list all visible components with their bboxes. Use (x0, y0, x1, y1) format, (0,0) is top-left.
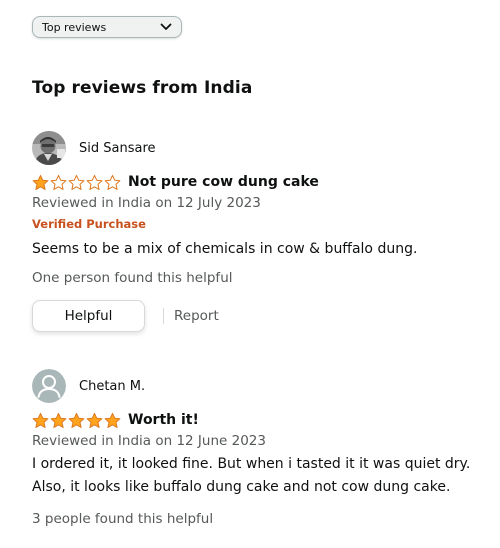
star-filled-icon (104, 412, 121, 428)
reviewer-name: Chetan M. (79, 378, 146, 394)
review-card: Sid Sansare Not pure cow dung cake Revie… (32, 131, 492, 332)
helpful-button[interactable]: Helpful (32, 300, 145, 332)
action-divider (163, 308, 164, 324)
default-user-icon (32, 369, 66, 403)
star-filled-icon (86, 412, 103, 428)
star-empty-icon (68, 174, 85, 190)
star-empty-icon (50, 174, 67, 190)
review-body: I ordered it, it looked fine. But when i… (32, 453, 492, 499)
review-actions: Helpful Report (32, 300, 492, 332)
profile-photo-avatar (32, 131, 66, 165)
review-body: Seems to be a mix of chemicals in cow & … (32, 241, 418, 257)
review-card: Chetan M. Worth it! Reviewed in India on… (32, 369, 492, 529)
star-filled-icon (32, 412, 49, 428)
star-empty-icon (104, 174, 121, 190)
review-title-row: Not pure cow dung cake (32, 172, 492, 192)
verified-purchase-badge: Verified Purchase (32, 217, 146, 231)
sort-dropdown-value: Top reviews (42, 20, 107, 34)
review-body-line: I ordered it, it looked fine. But when i… (32, 456, 471, 472)
review-date: Reviewed in India on 12 June 2023 (32, 433, 266, 449)
chevron-down-icon (159, 20, 173, 34)
star-empty-icon (86, 174, 103, 190)
review-date: Reviewed in India on 12 July 2023 (32, 195, 261, 211)
review-body-line: Also, it looks like buffalo dung cake an… (32, 479, 451, 495)
star-filled-icon (50, 412, 67, 428)
reviewer-name: Sid Sansare (79, 140, 156, 156)
star-rating[interactable] (32, 412, 121, 429)
star-rating[interactable] (32, 174, 121, 191)
review-title-link[interactable]: Not pure cow dung cake (128, 174, 319, 190)
helpful-count: One person found this helpful (32, 270, 233, 286)
section-heading: Top reviews from India (32, 78, 253, 98)
helpful-count: 3 people found this helpful (32, 511, 214, 527)
review-title-row: Worth it! (32, 410, 492, 430)
reviewer-profile[interactable]: Sid Sansare (32, 131, 492, 165)
sort-dropdown[interactable]: Top reviews (32, 16, 182, 38)
report-link[interactable]: Report (174, 308, 219, 324)
review-title-link[interactable]: Worth it! (128, 412, 199, 428)
star-filled-icon (32, 174, 49, 190)
star-filled-icon (68, 412, 85, 428)
reviewer-profile[interactable]: Chetan M. (32, 369, 492, 403)
